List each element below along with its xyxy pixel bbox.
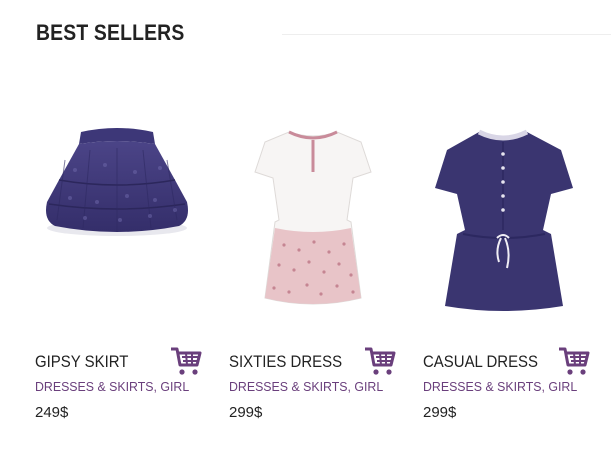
product-category[interactable]: DRESSES & SKIRTS, GIRL xyxy=(423,379,577,394)
shopping-cart-icon xyxy=(171,347,202,375)
product-image-gipsy-skirt[interactable] xyxy=(35,110,205,320)
product-image-casual-dress[interactable] xyxy=(423,110,593,320)
product-category[interactable]: DRESSES & SKIRTS, GIRL xyxy=(35,379,189,394)
add-to-cart-button[interactable] xyxy=(363,345,397,377)
product-card: GIPSY SKIRT DRESSES & SKIRTS, GIRL 249$ xyxy=(35,0,215,468)
category-link[interactable]: DRESSES & SKIRTS, GIRL xyxy=(229,379,383,394)
product-name[interactable]: GIPSY SKIRT xyxy=(35,352,128,372)
product-price: 299$ xyxy=(423,404,457,421)
product-name[interactable]: CASUAL DRESS xyxy=(423,352,538,372)
product-image-sixties-dress[interactable] xyxy=(229,110,399,320)
product-price: 299$ xyxy=(229,404,263,421)
add-to-cart-button[interactable] xyxy=(169,345,203,377)
shopping-cart-icon xyxy=(365,347,396,375)
category-link[interactable]: DRESSES & SKIRTS, GIRL xyxy=(35,379,189,394)
shopping-cart-icon xyxy=(559,347,590,375)
product-grid: GIPSY SKIRT DRESSES & SKIRTS, GIRL 249$ xyxy=(0,0,611,468)
product-card: SIXTIES DRESS DRESSES & SKIRTS, GIRL 299… xyxy=(229,0,409,468)
product-category[interactable]: DRESSES & SKIRTS, GIRL xyxy=(229,379,383,394)
add-to-cart-button[interactable] xyxy=(557,345,591,377)
product-price: 249$ xyxy=(35,404,69,421)
category-link[interactable]: DRESSES & SKIRTS, GIRL xyxy=(423,379,577,394)
product-card: CASUAL DRESS DRESSES & SKIRTS, GIRL 299$ xyxy=(423,0,603,468)
product-name[interactable]: SIXTIES DRESS xyxy=(229,352,342,372)
